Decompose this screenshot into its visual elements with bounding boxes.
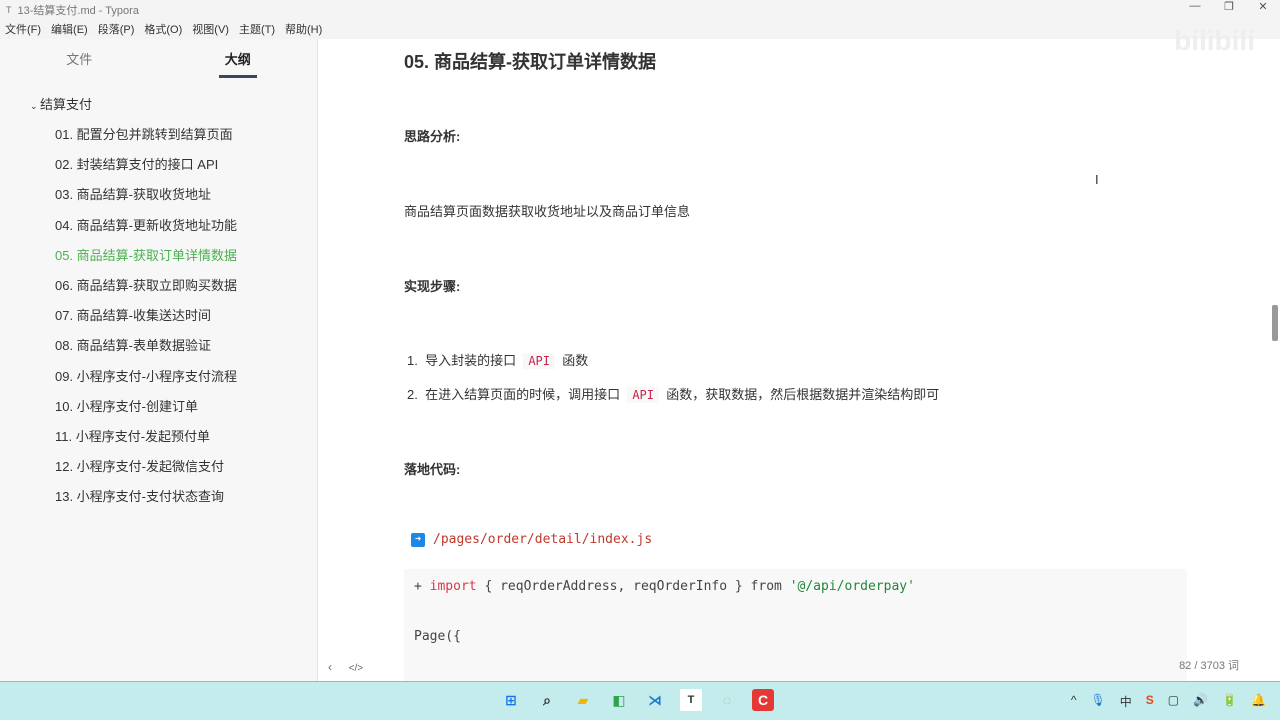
steps-label: 实现步骤: <box>404 279 461 294</box>
word-count[interactable]: 82 / 3703 词 <box>1179 657 1239 673</box>
sidebar: 文件 大纲 ⌄ 结算支付 01. 配置分包并跳转到结算页面 02. 封装结算支付… <box>0 39 318 681</box>
code-block[interactable]: + import { reqOrderAddress, reqOrderInfo… <box>404 569 1187 681</box>
tray-chevron-icon[interactable]: ^ <box>1071 693 1077 710</box>
recorder-icon[interactable]: C <box>752 689 774 711</box>
bilibili-watermark: bilibili <box>1174 25 1255 56</box>
maximize-button[interactable]: ❐ <box>1212 0 1246 13</box>
outline-item[interactable]: 10. 小程序支付-创建订单 <box>0 392 317 422</box>
menu-view[interactable]: 视图(V) <box>187 21 234 37</box>
outline-root[interactable]: ⌄ 结算支付 <box>0 90 317 120</box>
arrow-right-icon: ➜ <box>411 532 425 547</box>
text-cursor-icon: I <box>1095 172 1099 187</box>
typora-icon: T <box>6 4 12 15</box>
menu-file[interactable]: 文件(F) <box>0 21 46 37</box>
step-2: 2. 在进入结算页面的时候，调用接口 API 函数，获取数据，然后根据数据并渲染… <box>407 387 940 403</box>
system-tray: ^ 🎙 中 S ▢ 🔊 🔋 🔔 <box>1071 693 1266 710</box>
outline-item[interactable]: 13. 小程序支付-支付状态查询 <box>0 482 317 512</box>
close-button[interactable]: ✕ <box>1246 0 1280 13</box>
search-icon[interactable]: ⌕ <box>536 689 558 711</box>
vscode-icon[interactable]: ⋊ <box>644 689 666 711</box>
scrollbar[interactable] <box>1272 305 1278 341</box>
tab-outline[interactable]: 大纲 <box>159 39 318 78</box>
network-icon[interactable]: ▢ <box>1168 693 1179 710</box>
editor[interactable]: 05. 商品结算-获取订单详情数据 思路分析: 商品结算页面数据获取收货地址以及… <box>319 39 1269 681</box>
doc-heading: 05. 商品结算-获取订单详情数据 <box>404 52 657 72</box>
windows-start-icon[interactable]: ⊞ <box>500 689 522 711</box>
outline-item-active[interactable]: 05. 商品结算-获取订单详情数据 <box>0 241 317 271</box>
file-path: ➜/pages/order/detail/index.js <box>411 532 652 547</box>
code-label: 落地代码: <box>404 462 461 477</box>
outline-item[interactable]: 02. 封装结算支付的接口 API <box>0 150 317 180</box>
outline-item[interactable]: 06. 商品结算-获取立即购买数据 <box>0 271 317 301</box>
menu-help[interactable]: 帮助(H) <box>280 21 327 37</box>
wechat-devtools-icon[interactable]: ◧ <box>608 689 630 711</box>
window-title: 13-结算支付.md - Typora <box>17 4 139 17</box>
outline-item[interactable]: 04. 商品结算-更新收货地址功能 <box>0 211 317 241</box>
code-line-2: Page({ <box>414 629 461 644</box>
outline-item[interactable]: 07. 商品结算-收集送达时间 <box>0 301 317 331</box>
title-bar: T 13-结算支付.md - Typora — ❐ ✕ <box>0 0 1280 19</box>
outline-item[interactable]: 09. 小程序支付-小程序支付流程 <box>0 362 317 392</box>
step-1: 1. 导入封装的接口 API 函数 <box>407 353 589 369</box>
menu-paragraph[interactable]: 段落(P) <box>93 21 140 37</box>
menu-edit[interactable]: 编辑(E) <box>46 21 93 37</box>
file-explorer-icon[interactable]: ▰ <box>572 689 594 711</box>
outline-item[interactable]: 03. 商品结算-获取收货地址 <box>0 180 317 210</box>
notification-icon[interactable]: 🔔 <box>1251 693 1266 710</box>
menu-theme[interactable]: 主题(T) <box>234 21 280 37</box>
outline-tree: ⌄ 结算支付 01. 配置分包并跳转到结算页面 02. 封装结算支付的接口 AP… <box>0 90 317 512</box>
outline-item[interactable]: 12. 小程序支付-发起微信支付 <box>0 452 317 482</box>
app-icon[interactable]: ◌ <box>716 689 738 711</box>
battery-icon[interactable]: 🔋 <box>1222 693 1237 710</box>
chevron-down-icon[interactable]: ⌄ <box>30 101 40 111</box>
taskbar: ⊞ ⌕ ▰ ◧ ⋊ T ◌ C ^ 🎙 中 S ▢ 🔊 🔋 🔔 <box>0 681 1280 720</box>
outline-root-label: 结算支付 <box>40 97 93 112</box>
typora-icon[interactable]: T <box>680 689 702 711</box>
minimize-button[interactable]: — <box>1178 0 1212 13</box>
outline-item[interactable]: 11. 小程序支付-发起预付单 <box>0 422 317 452</box>
volume-icon[interactable]: 🔊 <box>1193 693 1208 710</box>
analysis-label: 思路分析: <box>404 129 461 144</box>
microphone-icon[interactable]: 🎙 <box>1091 693 1106 710</box>
menu-bar: 文件(F) 编辑(E) 段落(P) 格式(O) 视图(V) 主题(T) 帮助(H… <box>0 19 1280 39</box>
outline-item[interactable]: 08. 商品结算-表单数据验证 <box>0 331 317 361</box>
outline-item[interactable]: 01. 配置分包并跳转到结算页面 <box>0 120 317 150</box>
code-line-1: + import { reqOrderAddress, reqOrderInfo… <box>414 579 915 594</box>
tab-files[interactable]: 文件 <box>0 39 159 75</box>
menu-format[interactable]: 格式(O) <box>139 21 187 37</box>
input-method-icon[interactable]: 中 <box>1120 693 1132 710</box>
sogou-icon[interactable]: S <box>1146 693 1154 710</box>
analysis-text: 商品结算页面数据获取收货地址以及商品订单信息 <box>404 204 691 219</box>
